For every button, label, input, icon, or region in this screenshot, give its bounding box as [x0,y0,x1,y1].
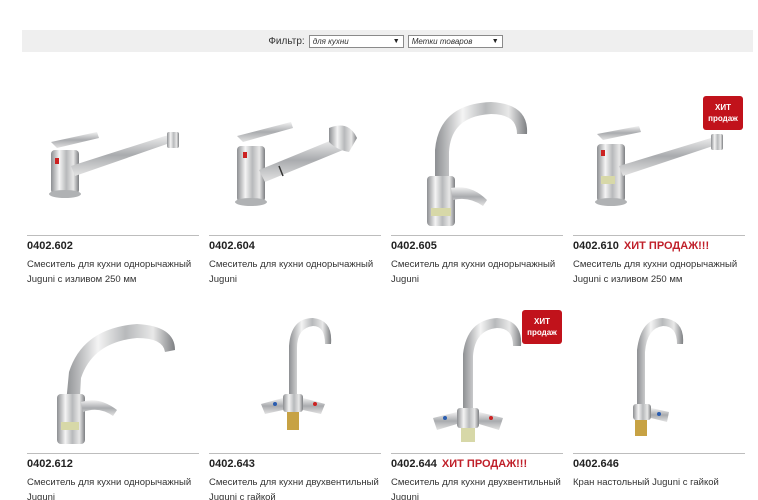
dropdown-arrow-icon: ▼ [491,37,499,45]
product-description[interactable]: Кран настольный Juguni с гайкой [573,475,751,490]
hot-label: ХИТ ПРОДАЖ!!! [441,458,528,470]
card-divider [391,235,563,236]
filter-bar: Фильтр: для кухни ▼ Метки товаров ▼ [22,30,753,52]
product-image[interactable] [209,80,381,232]
product-code-line[interactable]: 0402.610 ХИТ ПРОДАЖ!!! [573,240,709,252]
single-lever-gooseneck-faucet-image [427,102,528,226]
product-image[interactable]: ХИТ продаж [573,80,745,232]
hot-label: ХИТ ПРОДАЖ!!! [623,240,710,252]
product-image[interactable]: ХИТ продаж [391,298,563,450]
card-divider [27,235,199,236]
product-image[interactable] [209,298,381,450]
bestseller-badge: ХИТ продаж [703,96,743,130]
product-code[interactable]: 0402.644 [391,458,437,470]
product-description[interactable]: Смеситель для кухни однорычажный Juguni … [573,257,751,287]
product-description[interactable]: Смеситель для кухни двухвентильный Jugun… [209,475,387,500]
badge-line-1: ХИТ [715,103,731,112]
product-code[interactable]: 0402.643 [209,458,255,470]
product-description[interactable]: Смеситель для кухни однорычажный Juguni [209,257,387,287]
two-valve-gooseneck-faucet-image [261,318,332,430]
product-code[interactable]: 0402.604 [209,240,255,252]
tags-select-value: Метки товаров [411,36,473,46]
badge-line-2: продаж [527,328,557,337]
product-description[interactable]: Смеситель для кухни однорычажный Juguni [27,475,205,500]
card-divider [391,453,563,454]
card-divider [573,453,745,454]
single-lever-long-spout-faucet-image [49,132,179,198]
card-divider [209,453,381,454]
product-image[interactable] [27,298,199,450]
product-code-line[interactable]: 0402.605 [391,240,442,252]
product-code[interactable]: 0402.612 [27,458,73,470]
product-code-line[interactable]: 0402.612 [27,458,78,470]
product-code[interactable]: 0402.646 [573,458,619,470]
dropdown-arrow-icon: ▼ [392,37,400,45]
product-description[interactable]: Смеситель для кухни двухвентильный Jugun… [391,475,569,500]
product-code[interactable]: 0402.610 [573,240,619,252]
card-divider [27,453,199,454]
card-divider [209,235,381,236]
product-code-line[interactable]: 0402.604 [209,240,260,252]
product-description[interactable]: Смеситель для кухни однорычажный Juguni … [27,257,205,287]
product-code-line[interactable]: 0402.643 [209,458,260,470]
product-code-line[interactable]: 0402.602 [27,240,78,252]
single-valve-gooseneck-tap-image [633,318,684,436]
tags-select[interactable]: Метки товаров ▼ [407,34,503,48]
product-code[interactable]: 0402.605 [391,240,437,252]
card-divider [573,235,745,236]
badge-line-2: продаж [708,114,738,123]
product-code-line[interactable]: 0402.646 [573,458,624,470]
single-lever-gooseneck-faucet-image [57,324,175,444]
product-image[interactable] [391,80,563,232]
product-description[interactable]: Смеситель для кухни однорычажный Juguni [391,257,569,287]
product-image[interactable] [27,80,199,232]
filter-label: Фильтр: [268,35,305,47]
badge-line-1: ХИТ [534,317,550,326]
category-select[interactable]: для кухни ▼ [308,34,404,48]
bestseller-badge: ХИТ продаж [522,310,562,344]
product-code[interactable]: 0402.602 [27,240,73,252]
category-select-value: для кухни [312,36,349,46]
single-lever-pullout-faucet-image [235,122,357,206]
product-code-line[interactable]: 0402.644 ХИТ ПРОДАЖ!!! [391,458,527,470]
product-image[interactable] [573,298,745,450]
